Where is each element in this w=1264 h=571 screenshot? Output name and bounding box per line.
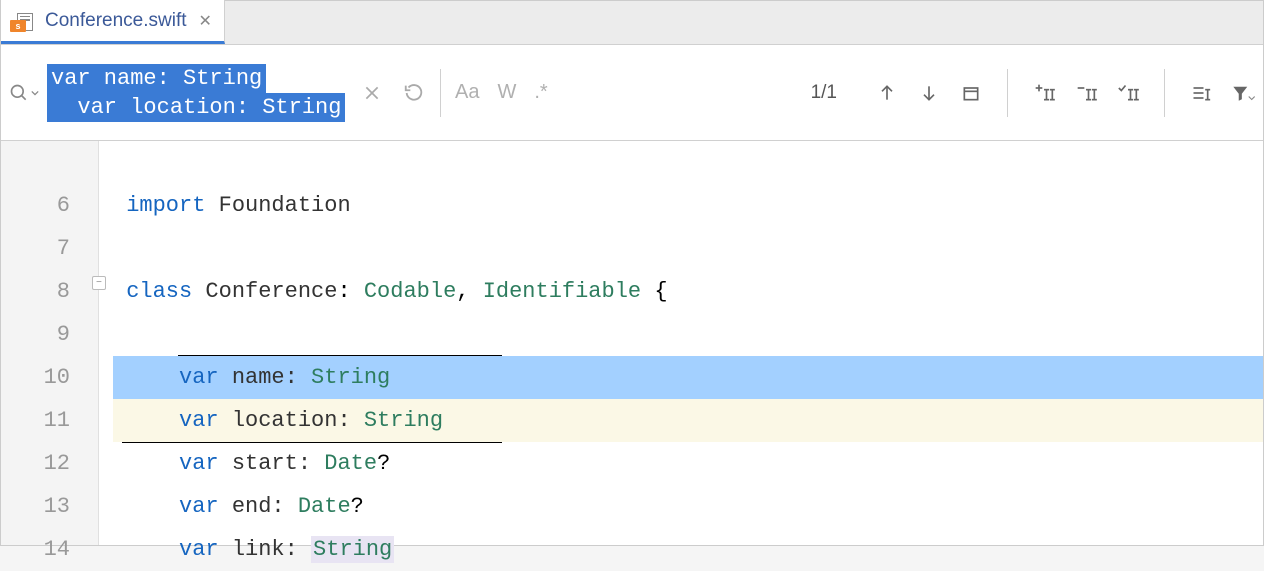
tab-filename: Conference.swift — [45, 10, 187, 32]
code-line-8: class Conference: Codable, Identifiable … — [113, 270, 1263, 313]
search-icon[interactable] — [9, 83, 39, 103]
add-selection-icon[interactable] — [1032, 81, 1056, 105]
match-case-toggle[interactable]: Aa — [455, 81, 479, 104]
fold-toggle-icon[interactable]: − — [92, 276, 106, 290]
tab-bar: s Conference.swift ✕ — [1, 1, 1263, 45]
gutter-11: 11 — [1, 399, 98, 442]
swift-file-icon: s — [13, 11, 37, 31]
clear-search-icon[interactable] — [360, 81, 384, 105]
code-line — [113, 141, 1263, 184]
whole-word-toggle[interactable]: W — [497, 81, 516, 104]
code-line-14: var link: String — [113, 528, 1263, 571]
code-line-12: var start: Date? — [113, 442, 1263, 485]
gutter-13: 13 — [1, 485, 98, 528]
close-tab-icon[interactable]: ✕ — [199, 11, 212, 31]
search-text-line1: var name: String — [47, 64, 266, 93]
select-all-icon[interactable] — [1116, 81, 1140, 105]
gutter-blank — [1, 141, 98, 184]
gutter-7: 7 — [1, 227, 98, 270]
code-line-9 — [113, 313, 1263, 356]
search-text-line2: var location: String — [47, 93, 345, 122]
gutter-14: 14 — [1, 528, 98, 571]
gutter-9: 9 — [1, 313, 98, 356]
code-area[interactable]: import Foundation class Conference: Coda… — [113, 141, 1263, 545]
regex-toggle[interactable]: .* — [534, 81, 547, 104]
funnel-filter-icon[interactable] — [1231, 81, 1255, 105]
code-line-10: var name: String — [113, 356, 1263, 399]
new-window-icon[interactable] — [959, 81, 983, 105]
line-gutter: 6 7 8 9 10 11 12 13 14 — [1, 141, 99, 545]
file-tab[interactable]: s Conference.swift ✕ — [1, 0, 225, 44]
prev-match-icon[interactable] — [875, 81, 899, 105]
code-line-6: import Foundation — [113, 184, 1263, 227]
next-match-icon[interactable] — [917, 81, 941, 105]
history-icon[interactable] — [402, 81, 426, 105]
gutter-10: 10 — [1, 356, 98, 399]
code-editor[interactable]: 6 7 8 9 10 11 12 13 14 − import Foundati… — [1, 141, 1263, 545]
search-input[interactable]: var name: String var location: String — [47, 64, 332, 122]
gutter-8: 8 — [1, 270, 98, 313]
remove-selection-icon[interactable] — [1074, 81, 1098, 105]
gutter-12: 12 — [1, 442, 98, 485]
gutter-6: 6 — [1, 184, 98, 227]
code-line-11: var location: String — [113, 399, 1263, 442]
code-line-7 — [113, 227, 1263, 270]
fold-strip: − — [99, 141, 113, 545]
match-count: 1/1 — [811, 82, 837, 104]
filter-lines-icon[interactable] — [1189, 81, 1213, 105]
find-bar: var name: String var location: String Aa… — [1, 45, 1263, 141]
code-line-13: var end: Date? — [113, 485, 1263, 528]
